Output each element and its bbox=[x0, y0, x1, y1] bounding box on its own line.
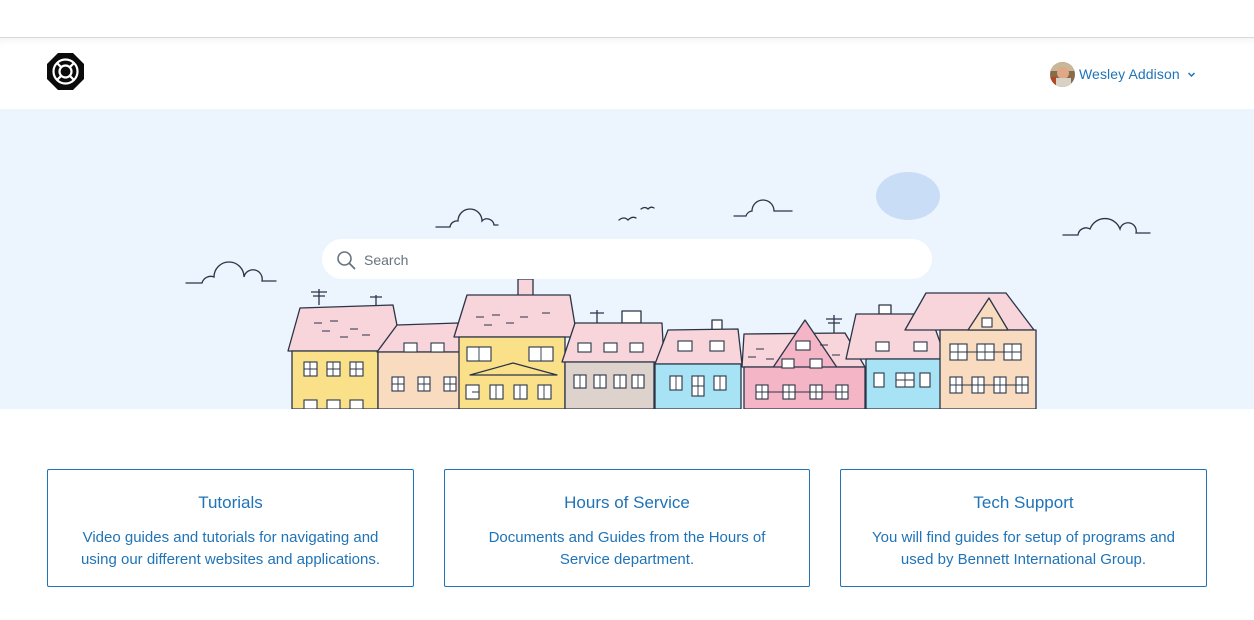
chevron-down-icon bbox=[1187, 71, 1195, 77]
user-name: Wesley Addison bbox=[1079, 66, 1180, 82]
category-title: Tech Support bbox=[973, 493, 1074, 512]
user-menu-button[interactable]: Wesley Addison bbox=[1050, 61, 1196, 87]
category-description: You will find guides for setup of progra… bbox=[872, 529, 1175, 568]
category-card-tutorials[interactable]: Tutorials Video guides and tutorials for… bbox=[47, 469, 414, 587]
category-card-hours-of-service[interactable]: Hours of Service Documents and Guides fr… bbox=[444, 469, 810, 587]
home-logo-link[interactable] bbox=[46, 52, 85, 91]
category-card-tech-support[interactable]: Tech Support You will find guides for se… bbox=[840, 469, 1207, 587]
category-title: Tutorials bbox=[198, 493, 263, 512]
search-box bbox=[322, 239, 932, 281]
browser-top-strip bbox=[0, 0, 1254, 38]
hero-banner bbox=[0, 109, 1254, 409]
category-title: Hours of Service bbox=[564, 493, 690, 512]
lifebuoy-logo-icon bbox=[47, 53, 84, 90]
search-input[interactable] bbox=[362, 239, 916, 281]
search-icon bbox=[337, 251, 356, 270]
user-avatar bbox=[1050, 61, 1075, 87]
site-header: Wesley Addison bbox=[0, 38, 1254, 108]
category-description: Video guides and tutorials for navigatin… bbox=[80, 529, 381, 568]
category-description: Documents and Guides from the Hours of S… bbox=[488, 529, 766, 568]
